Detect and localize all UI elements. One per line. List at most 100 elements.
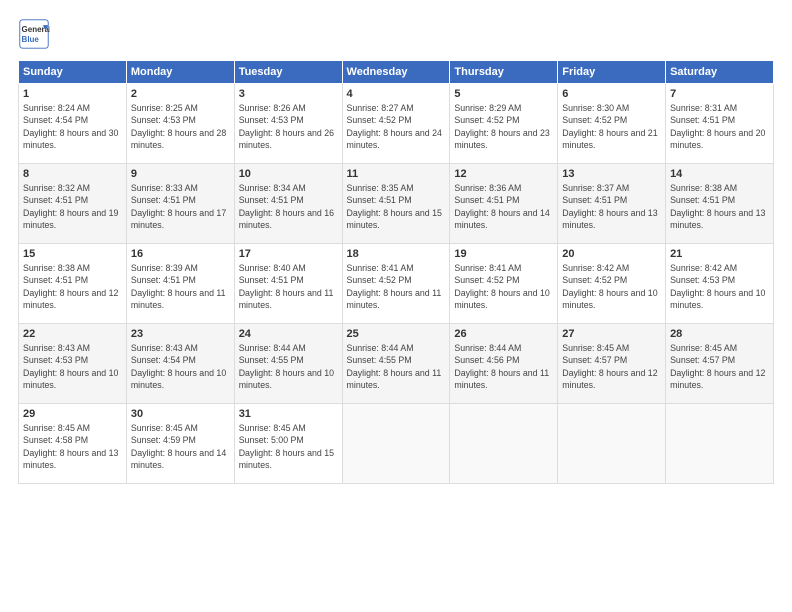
day-cell: 10Sunrise: 8:34 AMSunset: 4:51 PMDayligh… — [234, 164, 342, 244]
day-info: Sunrise: 8:45 AMSunset: 5:00 PMDaylight:… — [239, 422, 338, 471]
header-cell-tuesday: Tuesday — [234, 61, 342, 84]
sunrise-text: Sunrise: 8:29 AM — [454, 103, 521, 113]
week-row-3: 15Sunrise: 8:38 AMSunset: 4:51 PMDayligh… — [19, 244, 774, 324]
day-cell: 2Sunrise: 8:25 AMSunset: 4:53 PMDaylight… — [126, 84, 234, 164]
day-number: 13 — [562, 168, 661, 180]
daylight-label: Daylight: 8 hours and 10 minutes. — [562, 288, 657, 310]
day-number: 18 — [347, 248, 446, 260]
day-cell: 3Sunrise: 8:26 AMSunset: 4:53 PMDaylight… — [234, 84, 342, 164]
day-cell: 29Sunrise: 8:45 AMSunset: 4:58 PMDayligh… — [19, 404, 127, 484]
daylight-label: Daylight: 8 hours and 24 minutes. — [347, 128, 442, 150]
header: General Blue — [18, 18, 774, 50]
day-info: Sunrise: 8:39 AMSunset: 4:51 PMDaylight:… — [131, 262, 230, 311]
daylight-label: Daylight: 8 hours and 11 minutes. — [347, 288, 442, 310]
day-cell: 14Sunrise: 8:38 AMSunset: 4:51 PMDayligh… — [666, 164, 774, 244]
week-row-2: 8Sunrise: 8:32 AMSunset: 4:51 PMDaylight… — [19, 164, 774, 244]
day-info: Sunrise: 8:32 AMSunset: 4:51 PMDaylight:… — [23, 182, 122, 231]
daylight-label: Daylight: 8 hours and 10 minutes. — [454, 288, 549, 310]
sunrise-text: Sunrise: 8:26 AM — [239, 103, 306, 113]
sunrise-text: Sunrise: 8:44 AM — [347, 343, 414, 353]
sunset-text: Sunset: 4:52 PM — [454, 115, 519, 125]
daylight-label: Daylight: 8 hours and 11 minutes. — [131, 288, 226, 310]
daylight-label: Daylight: 8 hours and 10 minutes. — [670, 288, 765, 310]
day-info: Sunrise: 8:35 AMSunset: 4:51 PMDaylight:… — [347, 182, 446, 231]
calendar-body: 1Sunrise: 8:24 AMSunset: 4:54 PMDaylight… — [19, 84, 774, 484]
day-number: 9 — [131, 168, 230, 180]
sunrise-text: Sunrise: 8:24 AM — [23, 103, 90, 113]
day-number: 23 — [131, 328, 230, 340]
calendar-table: SundayMondayTuesdayWednesdayThursdayFrid… — [18, 60, 774, 484]
day-number: 7 — [670, 88, 769, 100]
day-cell: 16 Sunrise: 8:39 AMSunset: 4:51 PMDayligh… — [126, 244, 234, 324]
sunrise-text: Sunrise: 8:43 AM — [131, 343, 198, 353]
day-number: 25 — [347, 328, 446, 340]
daylight-label: Daylight: 8 hours and 20 minutes. — [670, 128, 765, 150]
day-number: 27 — [562, 328, 661, 340]
day-info: Sunrise: 8:38 AMSunset: 4:51 PMDaylight:… — [23, 262, 122, 311]
day-info: Sunrise: 8:45 AMSunset: 4:58 PMDaylight:… — [23, 422, 122, 471]
day-cell: 17Sunrise: 8:40 AMSunset: 4:51 PMDayligh… — [234, 244, 342, 324]
daylight-label: Daylight: 8 hours and 14 minutes. — [131, 448, 226, 470]
day-info: Sunrise: 8:33 AMSunset: 4:51 PMDaylight:… — [131, 182, 230, 231]
day-number: 10 — [239, 168, 338, 180]
sunrise-text: Sunrise: 8:38 AM — [23, 263, 90, 273]
day-info: Sunrise: 8:43 AMSunset: 4:54 PMDaylight:… — [131, 342, 230, 391]
day-number: 26 — [454, 328, 553, 340]
daylight-label: Daylight: 8 hours and 21 minutes. — [562, 128, 657, 150]
sunrise-text: Sunrise: 8:45 AM — [562, 343, 629, 353]
day-cell: 8Sunrise: 8:32 AMSunset: 4:51 PMDaylight… — [19, 164, 127, 244]
sunset-text: Sunset: 4:51 PM — [23, 275, 88, 285]
day-cell: 24Sunrise: 8:44 AMSunset: 4:55 PMDayligh… — [234, 324, 342, 404]
sunset-text: Sunset: 4:52 PM — [347, 275, 412, 285]
day-number: 3 — [239, 88, 338, 100]
day-cell: 25Sunrise: 8:44 AMSunset: 4:55 PMDayligh… — [342, 324, 450, 404]
sunrise-text: Sunrise: 8:30 AM — [562, 103, 629, 113]
day-cell: 31Sunrise: 8:45 AMSunset: 5:00 PMDayligh… — [234, 404, 342, 484]
day-info: Sunrise: 8:38 AMSunset: 4:51 PMDaylight:… — [670, 182, 769, 231]
day-info: Sunrise: 8:41 AMSunset: 4:52 PMDaylight:… — [454, 262, 553, 311]
sunset-text: Sunset: 4:51 PM — [562, 195, 627, 205]
sunrise-text: Sunrise: 8:45 AM — [23, 423, 90, 433]
sunset-text: Sunset: 4:54 PM — [23, 115, 88, 125]
svg-text:Blue: Blue — [22, 35, 40, 44]
sunset-text: Sunset: 4:53 PM — [670, 275, 735, 285]
day-number: 4 — [347, 88, 446, 100]
sunset-text: Sunset: 4:55 PM — [347, 355, 412, 365]
daylight-label: Daylight: 8 hours and 26 minutes. — [239, 128, 334, 150]
sunrise-text: Sunrise: 8:34 AM — [239, 183, 306, 193]
day-info: Sunrise: 8:24 AM Sunset: 4:54 PM Daylight:… — [23, 102, 122, 151]
header-cell-monday: Monday — [126, 61, 234, 84]
page: General Blue SundayMondayTuesdayWednesda… — [0, 0, 792, 612]
daylight-label: Daylight: 8 hours and 19 minutes. — [23, 208, 118, 230]
day-cell: 11Sunrise: 8:35 AMSunset: 4:51 PMDayligh… — [342, 164, 450, 244]
sunset-text: Sunset: 4:51 PM — [670, 115, 735, 125]
day-cell: 15Sunrise: 8:38 AMSunset: 4:51 PMDayligh… — [19, 244, 127, 324]
day-number: 2 — [131, 88, 230, 100]
sunset-text: Sunset: 4:57 PM — [670, 355, 735, 365]
day-number: 30 — [131, 408, 230, 420]
daylight-label: Daylight: 8 hours and 30 minutes. — [23, 128, 118, 150]
daylight-label: Daylight: 8 hours and 10 minutes. — [239, 368, 334, 390]
sunrise-text: Sunrise: 8:25 AM — [131, 103, 198, 113]
sunset-text: Sunset: 4:58 PM — [23, 435, 88, 445]
daylight-label: Daylight: 8 hours and 13 minutes. — [562, 208, 657, 230]
sunset-text: Sunset: 4:51 PM — [131, 275, 196, 285]
daylight-label: Daylight: 8 hours and 11 minutes. — [454, 368, 549, 390]
day-number: 17 — [239, 248, 338, 260]
day-info: Sunrise: 8:44 AMSunset: 4:55 PMDaylight:… — [347, 342, 446, 391]
day-info: Sunrise: 8:27 AMSunset: 4:52 PMDaylight:… — [347, 102, 446, 151]
day-number: 16 — [131, 248, 230, 260]
day-cell: 7 Sunrise: 8:31 AM Sunset: 4:51 PM Daylight… — [666, 84, 774, 164]
day-cell: 21Sunrise: 8:42 AMSunset: 4:53 PMDayligh… — [666, 244, 774, 324]
day-info: Sunrise: 8:30 AMSunset: 4:52 PMDaylight:… — [562, 102, 661, 151]
sunrise-text: Sunrise: 8:42 AM — [562, 263, 629, 273]
daylight-label: Daylight: 8 hours and 12 minutes. — [562, 368, 657, 390]
daylight-label: Daylight: 8 hours and 16 minutes. — [239, 208, 334, 230]
sunset-text: Sunset: 4:53 PM — [23, 355, 88, 365]
sunrise-text: Sunrise: 8:44 AM — [454, 343, 521, 353]
sunrise-text: Sunrise: 8:31 AM — [670, 103, 737, 113]
day-info: Sunrise: 8:42 AMSunset: 4:53 PMDaylight:… — [670, 262, 769, 311]
day-cell: 12Sunrise: 8:36 AMSunset: 4:51 PMDayligh… — [450, 164, 558, 244]
sunset-text: Sunset: 4:52 PM — [454, 275, 519, 285]
sunset-text: Sunset: 4:51 PM — [131, 195, 196, 205]
